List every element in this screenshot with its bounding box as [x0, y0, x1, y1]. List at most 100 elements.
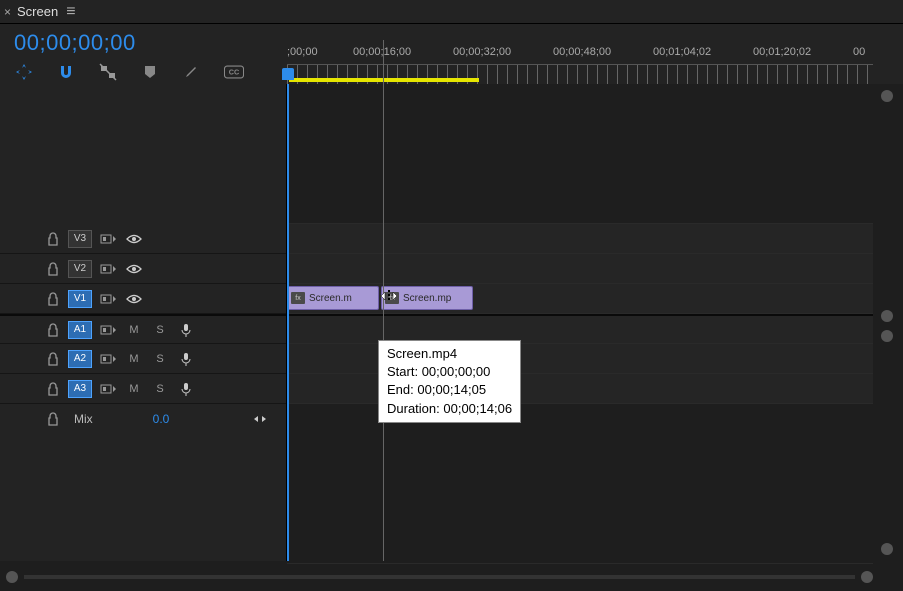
close-icon[interactable]: × [4, 5, 11, 19]
scroll-handle[interactable] [881, 543, 893, 555]
fx-badge[interactable]: fx [291, 292, 305, 304]
ruler-tick-label: 00 [853, 46, 865, 58]
tooltip-label: End: [387, 382, 414, 397]
voiceover-icon[interactable] [176, 321, 196, 339]
audio-lane[interactable] [287, 374, 873, 404]
tooltip-title: Screen.mp4 [387, 345, 512, 363]
eye-icon[interactable] [124, 230, 144, 248]
tooltip-start: Start: 00;00;00;00 [387, 363, 512, 381]
tooltip-value: 00;00;14;06 [443, 401, 512, 416]
lock-icon[interactable] [44, 292, 62, 306]
ruler-tick-label: 00;00;48;00 [553, 46, 611, 58]
sync-lock-icon[interactable] [98, 290, 118, 308]
audio-lane[interactable] [287, 344, 873, 374]
mute-button[interactable]: M [124, 350, 144, 368]
mix-label: Mix [74, 412, 93, 426]
sync-lock-icon[interactable] [98, 350, 118, 368]
tooltip-value: 00;00;14;05 [417, 382, 486, 397]
rate-stretch-cursor-icon [378, 288, 400, 304]
sync-lock-icon[interactable] [98, 230, 118, 248]
sync-lock-icon[interactable] [98, 380, 118, 398]
voiceover-icon[interactable] [176, 350, 196, 368]
audio-track-header[interactable]: A1 M S [0, 314, 286, 344]
eye-icon[interactable] [124, 290, 144, 308]
track-target-toggle[interactable]: V2 [68, 260, 92, 278]
lock-icon[interactable] [44, 323, 62, 337]
empty-area [287, 84, 873, 224]
time-ruler[interactable]: ;00;00 00;00;16;00 00;00;32;00 00;00;48;… [287, 24, 873, 84]
track-target-toggle[interactable]: A1 [68, 321, 92, 339]
marker-icon[interactable] [140, 62, 160, 82]
scroll-handle[interactable] [881, 90, 893, 102]
timeline-content[interactable]: fx Screen.m fx Screen.mp [287, 84, 873, 561]
ruler-tick-label: ;00;00 [287, 46, 318, 58]
scroll-handle[interactable] [881, 310, 893, 322]
lock-icon[interactable] [44, 262, 62, 276]
clip-label: Screen.mp [403, 293, 451, 304]
ruler-tick-label: 00;01;20;02 [753, 46, 811, 58]
video-lane[interactable] [287, 254, 873, 284]
track-headers: V3 V2 V1 A1 M [0, 84, 287, 561]
mix-value[interactable]: 0.0 [153, 412, 170, 426]
eye-icon[interactable] [124, 260, 144, 278]
ruler-tick-label: 00;00;32;00 [453, 46, 511, 58]
lock-icon[interactable] [44, 352, 62, 366]
snap-icon[interactable] [56, 62, 76, 82]
clip-tooltip: Screen.mp4 Start: 00;00;00;00 End: 00;00… [378, 340, 521, 423]
timeline-tools: CC [14, 62, 244, 82]
tooltip-duration: Duration: 00;00;14;06 [387, 400, 512, 418]
voiceover-icon[interactable] [176, 380, 196, 398]
ruler-tick-label: 00;01;04;02 [653, 46, 711, 58]
nest-icon[interactable] [14, 62, 34, 82]
tooltip-end: End: 00;00;14;05 [387, 381, 512, 399]
svg-text:CC: CC [229, 68, 240, 77]
video-track-header[interactable]: V3 [0, 224, 286, 254]
work-area-bar[interactable] [289, 78, 479, 82]
cc-icon[interactable]: CC [224, 62, 244, 82]
video-lane[interactable]: fx Screen.m fx Screen.mp [287, 284, 873, 314]
track-target-toggle[interactable]: A3 [68, 380, 92, 398]
audio-track-header[interactable]: A3 M S [0, 374, 286, 404]
panel-title[interactable]: Screen [17, 4, 58, 19]
track-target-toggle[interactable]: A2 [68, 350, 92, 368]
expand-icon[interactable] [252, 413, 268, 425]
solo-button[interactable]: S [150, 380, 170, 398]
zoom-track[interactable] [24, 575, 855, 579]
video-track-header[interactable]: V1 [0, 284, 286, 314]
playhead-handle[interactable] [282, 68, 294, 80]
mute-button[interactable]: M [124, 380, 144, 398]
ruler-labels: ;00;00 00;00;16;00 00;00;32;00 00;00;48;… [287, 24, 873, 64]
tooltip-label: Start: [387, 364, 418, 379]
lock-icon[interactable] [44, 382, 62, 396]
horizontal-zoom-bar[interactable] [6, 569, 873, 585]
empty-area [287, 404, 873, 564]
audio-lane[interactable] [287, 314, 873, 344]
video-lane[interactable] [287, 224, 873, 254]
zoom-handle-left[interactable] [6, 571, 18, 583]
solo-button[interactable]: S [150, 350, 170, 368]
tooltip-value: 00;00;00;00 [422, 364, 491, 379]
sync-lock-icon[interactable] [98, 260, 118, 278]
scroll-handle[interactable] [881, 330, 893, 342]
current-timecode[interactable]: 00;00;00;00 [14, 30, 136, 56]
link-icon[interactable] [98, 62, 118, 82]
panel-menu-icon[interactable]: ≡ [66, 3, 75, 21]
video-track-header[interactable]: V2 [0, 254, 286, 284]
sync-lock-icon[interactable] [98, 321, 118, 339]
audio-track-header[interactable]: A2 M S [0, 344, 286, 374]
mix-track-header[interactable]: Mix 0.0 [0, 404, 286, 434]
tooltip-label: Duration: [387, 401, 440, 416]
lock-icon[interactable] [44, 412, 62, 426]
solo-button[interactable]: S [150, 321, 170, 339]
zoom-handle-right[interactable] [861, 571, 873, 583]
track-target-toggle[interactable]: V3 [68, 230, 92, 248]
vertical-scroll-gutter[interactable] [877, 84, 897, 561]
playhead-line[interactable] [287, 84, 289, 561]
panel-tab-bar: × Screen ≡ [0, 0, 903, 24]
mute-button[interactable]: M [124, 321, 144, 339]
clip-label: Screen.m [309, 293, 352, 304]
settings-icon[interactable] [182, 62, 202, 82]
track-target-toggle[interactable]: V1 [68, 290, 92, 308]
lock-icon[interactable] [44, 232, 62, 246]
video-clip[interactable]: fx Screen.m [287, 286, 379, 310]
